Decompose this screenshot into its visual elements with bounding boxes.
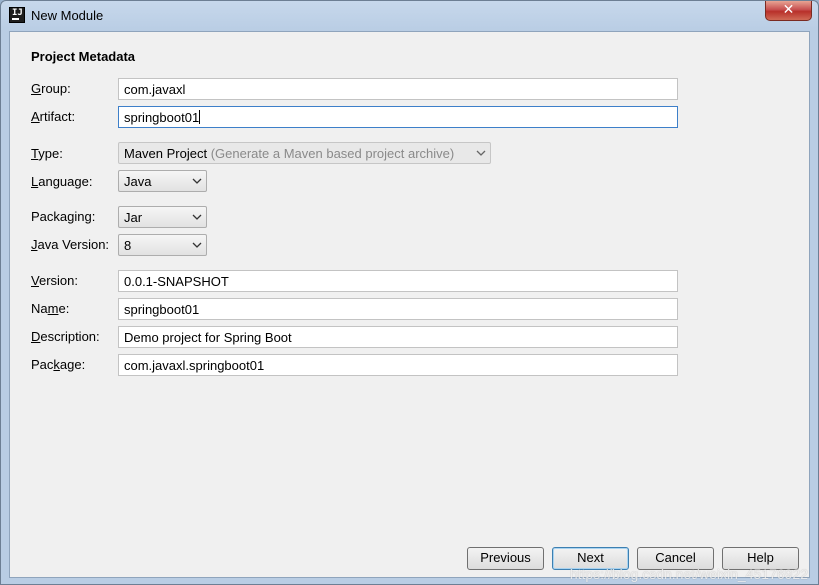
group-label: Group:: [31, 81, 71, 96]
artifact-field[interactable]: springboot01: [118, 106, 678, 128]
type-select-value: Maven Project: [124, 146, 208, 161]
close-button[interactable]: ✕: [765, 1, 812, 21]
packaging-label: Packaging:: [31, 209, 96, 224]
chevron-down-icon: [192, 178, 202, 184]
window-title: New Module: [31, 8, 104, 23]
type-label: Type:: [31, 146, 63, 161]
version-label: Version:: [31, 273, 78, 288]
group-field[interactable]: com.javaxl: [118, 78, 678, 100]
watermark: https://blog.csdn.net/weixin_45176922: [569, 566, 808, 582]
description-field[interactable]: Demo project for Spring Boot: [118, 326, 678, 348]
packaging-select[interactable]: Jar: [118, 206, 207, 228]
title-bar[interactable]: IJ New Module ✕: [1, 1, 818, 31]
package-field[interactable]: com.javaxl.springboot01: [118, 354, 678, 376]
artifact-label: Artifact:: [31, 109, 76, 124]
type-select[interactable]: Maven Project (Generate a Maven based pr…: [118, 142, 491, 164]
text-caret: [199, 110, 201, 124]
close-icon: ✕: [782, 2, 795, 18]
type-select-hint: (Generate a Maven based project archive): [210, 146, 455, 161]
chevron-down-icon: [476, 150, 486, 156]
java-version-label: Java Version:: [31, 237, 110, 252]
previous-button[interactable]: Previous: [467, 547, 544, 570]
section-title: Project Metadata: [31, 49, 136, 64]
dialog-content: Project Metadata Group: com.javaxl Artif…: [9, 31, 810, 578]
dialog-window: IJ New Module ✕ Project Metadata Group: …: [0, 0, 819, 585]
description-label: Description:: [31, 329, 100, 344]
language-select-value: Java: [124, 174, 152, 189]
java-version-select[interactable]: 8: [118, 234, 207, 256]
java-version-select-value: 8: [124, 238, 132, 253]
chevron-down-icon: [192, 242, 202, 248]
language-select[interactable]: Java: [118, 170, 207, 192]
name-label: Name:: [31, 301, 70, 316]
version-field[interactable]: 0.0.1-SNAPSHOT: [118, 270, 678, 292]
packaging-select-value: Jar: [124, 210, 143, 225]
chevron-down-icon: [192, 214, 202, 220]
package-label: Package:: [31, 357, 86, 372]
intellij-icon: IJ: [9, 7, 25, 23]
name-field[interactable]: springboot01: [118, 298, 678, 320]
language-label: Language:: [31, 174, 93, 189]
